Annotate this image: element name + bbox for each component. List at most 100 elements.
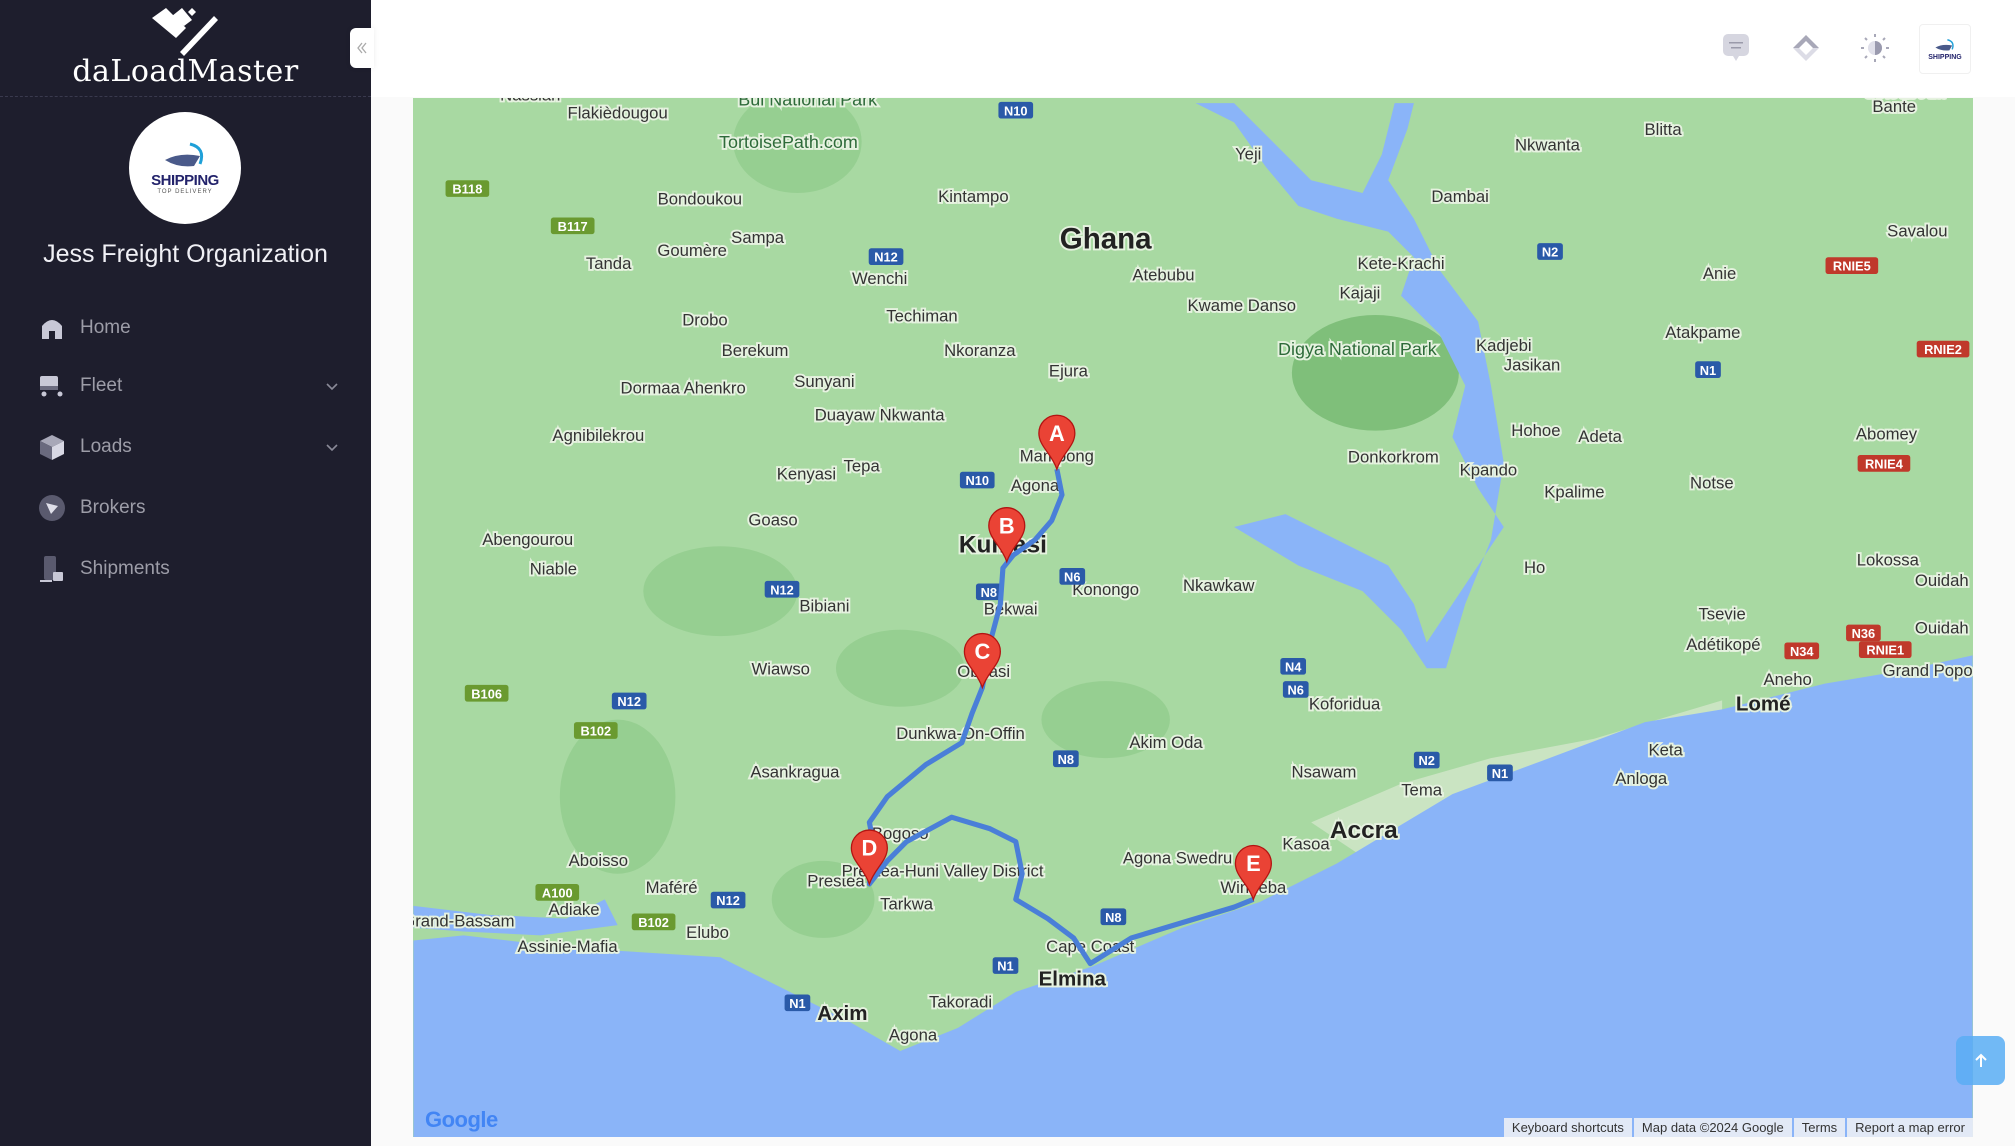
road-shield: N8	[1100, 908, 1127, 926]
place-label: Kenyasi	[777, 464, 836, 483]
sidebar-item-label: Home	[80, 317, 131, 338]
place-label: Kpando	[1460, 461, 1518, 480]
place-label: Koforidua	[1309, 694, 1381, 713]
svg-text:B102: B102	[580, 724, 611, 739]
place-label: Elubo	[686, 923, 729, 942]
place-label: Axim	[817, 1002, 867, 1025]
road-shield: N1	[1695, 361, 1721, 378]
road-shield: N10	[959, 471, 995, 489]
svg-text:A: A	[1049, 421, 1065, 446]
collapse-sidebar-button[interactable]	[350, 28, 374, 68]
place-label: Sotouboua	[1864, 98, 1945, 102]
svg-text:A100: A100	[542, 885, 573, 900]
place-label: Adétikopé	[1686, 635, 1760, 654]
place-label: Adeta	[1578, 427, 1622, 446]
place-label: Atebubu	[1132, 265, 1194, 284]
svg-text:N12: N12	[617, 694, 641, 709]
svg-text:C: C	[974, 639, 990, 664]
place-label: Duayaw Nkwanta	[815, 405, 946, 424]
home-icon	[42, 320, 62, 339]
road-shield: N12	[710, 891, 746, 909]
place-label: Abengourou	[482, 530, 573, 549]
svg-text:RNIE5: RNIE5	[1833, 259, 1871, 274]
place-label: Nsawam	[1292, 762, 1357, 781]
place-label: Lomé	[1736, 693, 1791, 716]
road-shield: RNIE2	[1916, 340, 1970, 358]
place-label: Ejura	[1049, 362, 1089, 381]
place-label: Wiawso	[752, 660, 810, 679]
place-label: Aneho	[1763, 670, 1811, 689]
road-shield: RNIE4	[1857, 455, 1911, 472]
organization-avatar: SHIPPING TOP DELIVERY	[129, 112, 241, 224]
place-label: Savalou	[1887, 222, 1947, 241]
sidebar-item-brokers[interactable]: Brokers	[0, 483, 371, 533]
keyboard-shortcuts-link[interactable]: Keyboard shortcuts	[1503, 1118, 1632, 1137]
svg-text:N6: N6	[1064, 570, 1080, 585]
brand-name: daLoadMaster	[72, 54, 299, 89]
road-shield: N1	[784, 994, 811, 1012]
place-label: Agona	[1011, 476, 1060, 495]
sidebar-item-home[interactable]: Home	[0, 303, 371, 353]
map[interactable]: Nassian Flakièdougou Bui National Park Tort…	[413, 98, 1973, 1137]
svg-text:N12: N12	[874, 250, 898, 265]
road-shield: N2	[1413, 751, 1440, 769]
truck-icon	[40, 376, 63, 397]
chat-button[interactable]	[1716, 28, 1756, 68]
svg-text:B106: B106	[471, 686, 502, 701]
place-label: Berekum	[722, 341, 789, 360]
theme-toggle-icon	[1861, 34, 1889, 62]
road-shield: N36	[1846, 624, 1881, 642]
road-shield: N1	[1487, 764, 1513, 782]
road-shield: B102	[631, 913, 676, 931]
place-label: Ouidah	[1915, 571, 1969, 590]
ship-logo-icon	[165, 142, 204, 166]
place-label: Nkawkaw	[1183, 576, 1255, 595]
place-label: Anloga	[1615, 769, 1668, 788]
place-label: Digya National Park	[1278, 339, 1438, 359]
sidebar-item-shipments[interactable]: Shipments	[0, 544, 371, 594]
sidebar-item-loads[interactable]: Loads	[0, 422, 371, 472]
place-label: Ouidah	[1915, 619, 1969, 638]
avatar-text: SHIPPING	[1928, 53, 1962, 61]
sidebar-item-fleet[interactable]: Fleet	[0, 361, 371, 411]
place-label: Niable	[530, 559, 577, 578]
map-attribution: Keyboard shortcuts Map data ©2024 Google…	[1502, 1118, 1973, 1137]
place-label: Tsevie	[1698, 604, 1745, 623]
report-map-error-link[interactable]: Report a map error	[1847, 1118, 1973, 1137]
place-label: TortoisePath.com	[719, 132, 858, 152]
place-label: Elmina	[1039, 967, 1107, 990]
place-label: Kete-Krachi	[1357, 254, 1444, 273]
layers-button[interactable]	[1786, 28, 1826, 68]
svg-text:N12: N12	[770, 582, 794, 597]
road-shield: N6	[1059, 568, 1086, 585]
map-canvas[interactable]: Nassian Flakièdougou Bui National Park Tort…	[413, 98, 1973, 1137]
svg-text:N1: N1	[789, 996, 805, 1011]
terms-link[interactable]: Terms	[1793, 1118, 1846, 1137]
user-avatar[interactable]: SHIPPING	[1919, 24, 1971, 74]
google-logo: Google	[425, 1107, 498, 1132]
map-data-text: Map data ©2024 Google	[1633, 1118, 1792, 1137]
scroll-to-top-button[interactable]	[1956, 1036, 2005, 1085]
svg-text:N4: N4	[1285, 659, 1302, 674]
sidebar: daLoadMaster SHIPPING TOP DELIVERY Jess …	[0, 0, 371, 1146]
place-label: Agona Swedru	[1123, 848, 1232, 867]
header: SHIPPING	[371, 0, 2015, 97]
place-label: Nkwanta	[1515, 136, 1581, 155]
svg-text:N10: N10	[1004, 103, 1028, 118]
place-label: Kpalime	[1544, 482, 1604, 501]
place-label: Grand Popo	[1883, 661, 1973, 680]
theme-toggle-button[interactable]	[1855, 28, 1895, 68]
place-label: Adiake	[548, 900, 599, 919]
road-shield: N12	[868, 248, 904, 265]
place-label: Aboisso	[569, 851, 628, 870]
place-label: Blitta	[1644, 120, 1682, 139]
svg-text:N6: N6	[1288, 683, 1304, 698]
svg-text:B102: B102	[638, 915, 669, 930]
svg-text:N2: N2	[1542, 245, 1558, 260]
place-label: Tema	[1401, 780, 1443, 799]
sidebar-item-label: Loads	[80, 436, 132, 457]
svg-text:E: E	[1246, 851, 1261, 876]
road-shield: RNIE5	[1825, 257, 1879, 274]
road-shield: B102	[573, 722, 618, 739]
place-label: Nkoranza	[944, 341, 1016, 360]
